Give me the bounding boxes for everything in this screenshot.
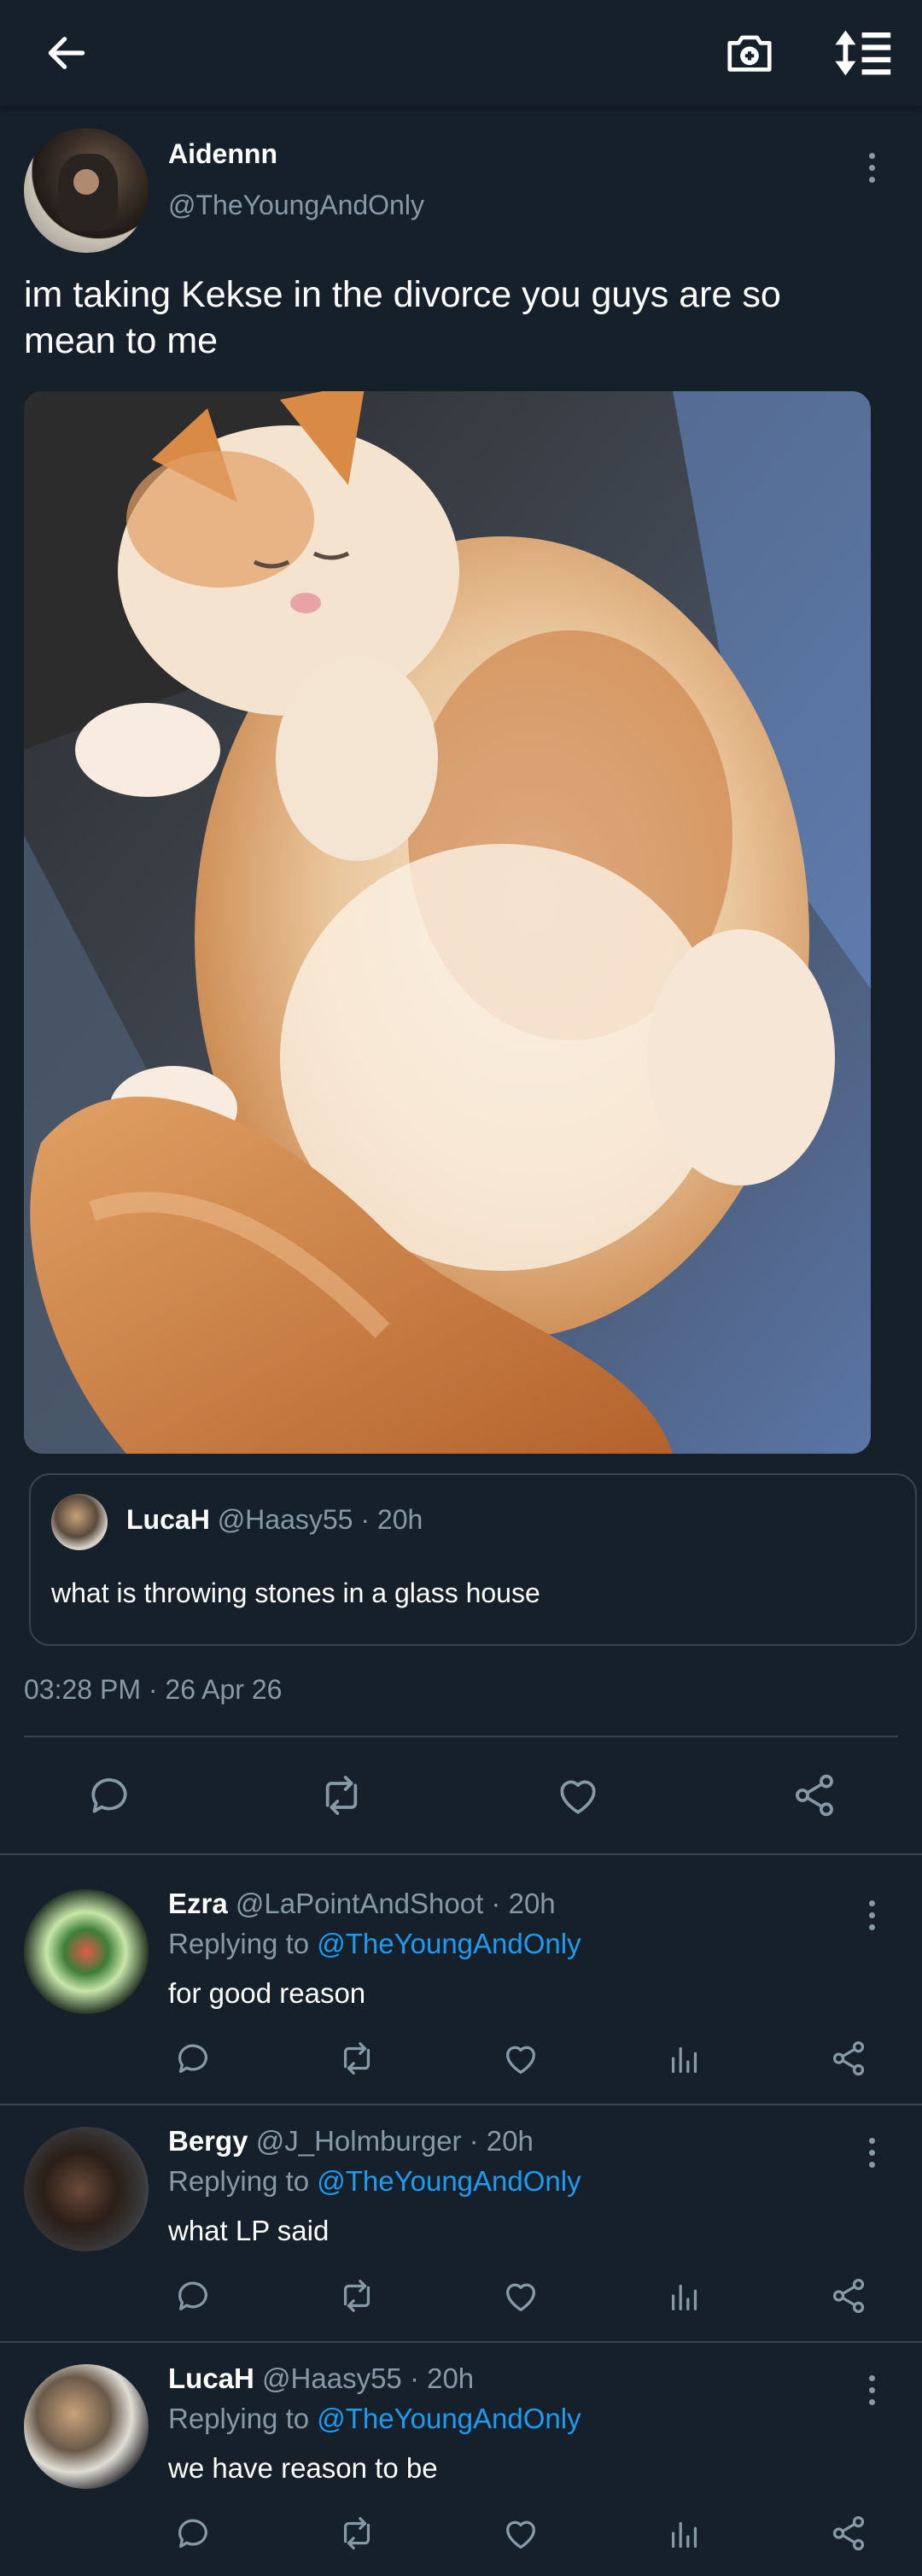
share-icon bbox=[796, 1774, 833, 1817]
reply-button[interactable] bbox=[169, 2509, 217, 2557]
more-dot-icon bbox=[868, 2137, 875, 2144]
quoted-handle-time: @Haasy55 · 20h bbox=[217, 1504, 423, 1535]
retweet-button[interactable] bbox=[333, 2272, 381, 2320]
arrow-left-icon bbox=[48, 37, 85, 69]
more-dot-icon bbox=[868, 1900, 875, 1906]
reply-item[interactable]: Ezra @LaPointAndShoot · 20h Replying to … bbox=[0, 1855, 922, 2093]
bar-chart-icon bbox=[671, 2284, 697, 2310]
reply-item[interactable]: LucaH @Haasy55 · 20h Replying to @TheYou… bbox=[0, 2330, 922, 2567]
retweet-button[interactable] bbox=[333, 2034, 381, 2082]
quoted-name: LucaH bbox=[126, 1504, 210, 1535]
retweet-icon bbox=[343, 2042, 371, 2075]
reply-name[interactable]: Ezra bbox=[168, 1888, 228, 1919]
share-icon bbox=[832, 2040, 865, 2076]
heart-icon bbox=[506, 2046, 535, 2074]
comment-icon bbox=[91, 1778, 127, 1813]
reply-actions bbox=[160, 2272, 878, 2320]
reply-handle-time: @LaPointAndShoot · 20h bbox=[235, 1888, 556, 1919]
reply-meta: Bergy @J_Holmburger · 20h bbox=[168, 2125, 534, 2157]
sort-list-icon bbox=[835, 30, 891, 76]
tweet-timestamp: 03:28 PM · 26 Apr 26 bbox=[24, 1674, 283, 1705]
share-button[interactable] bbox=[825, 2034, 872, 2082]
replying-to-link[interactable]: @TheYoungAndOnly bbox=[317, 1928, 581, 1959]
reply-avatar[interactable] bbox=[24, 2127, 149, 2251]
heart-icon bbox=[506, 2520, 535, 2549]
reply-avatar[interactable] bbox=[24, 1889, 149, 2014]
retweet-icon bbox=[325, 1776, 358, 1815]
share-button[interactable] bbox=[825, 2509, 872, 2557]
quoted-text: what is throwing stones in a glass house bbox=[51, 1578, 540, 1608]
retweet-button[interactable] bbox=[333, 2509, 381, 2557]
like-button[interactable] bbox=[497, 2509, 545, 2557]
top-bar bbox=[0, 0, 922, 106]
quoted-tweet[interactable]: LucaH @Haasy55 · 20h what is throwing st… bbox=[29, 1473, 917, 1646]
replying-to-link[interactable]: @TheYoungAndOnly bbox=[317, 2165, 581, 2197]
more-dot-icon bbox=[868, 152, 875, 159]
reply-more-button[interactable] bbox=[855, 2364, 889, 2415]
comment-icon bbox=[178, 2044, 207, 2073]
replying-to: Replying to @TheYoungAndOnly bbox=[168, 2165, 581, 2197]
camera-plus-icon bbox=[727, 35, 772, 72]
bar-chart-icon bbox=[671, 2521, 697, 2548]
heart-icon bbox=[506, 2283, 535, 2311]
tweet-actions bbox=[0, 1768, 922, 1823]
reply-name[interactable]: LucaH bbox=[168, 2362, 254, 2394]
reply-button[interactable] bbox=[169, 2272, 217, 2320]
like-button[interactable] bbox=[551, 1768, 605, 1823]
reply-text: we have reason to be bbox=[168, 2452, 438, 2484]
reply-text: for good reason bbox=[168, 1977, 366, 2009]
reply-meta: Ezra @LaPointAndShoot · 20h bbox=[168, 1888, 556, 1920]
like-button[interactable] bbox=[497, 2272, 545, 2320]
reply-handle-time: @J_Holmburger · 20h bbox=[255, 2125, 534, 2157]
reply-text: what LP said bbox=[168, 2215, 330, 2246]
heart-icon bbox=[560, 1780, 596, 1814]
reply-actions bbox=[160, 2034, 878, 2082]
author-handle[interactable]: @TheYoungAndOnly bbox=[168, 190, 424, 221]
reply-name[interactable]: Bergy bbox=[168, 2125, 248, 2157]
stats-button[interactable] bbox=[661, 2509, 709, 2557]
retweet-button[interactable] bbox=[314, 1768, 369, 1823]
back-button[interactable] bbox=[29, 15, 104, 91]
reply-button[interactable] bbox=[169, 2034, 217, 2082]
replying-to: Replying to @TheYoungAndOnly bbox=[168, 2403, 581, 2434]
retweet-icon bbox=[343, 2517, 371, 2550]
quoted-avatar bbox=[51, 1494, 108, 1550]
replying-to: Replying to @TheYoungAndOnly bbox=[168, 1928, 581, 1959]
reply-handle-time: @Haasy55 · 20h bbox=[262, 2362, 475, 2394]
tweet-photo[interactable] bbox=[24, 391, 871, 1454]
share-button[interactable] bbox=[787, 1768, 842, 1823]
reply-item[interactable]: Bergy @J_Holmburger · 20h Replying to @T… bbox=[0, 2093, 922, 2330]
retweet-icon bbox=[343, 2280, 371, 2312]
camera-button[interactable] bbox=[712, 15, 787, 91]
comment-icon bbox=[178, 2519, 207, 2548]
reply-meta: LucaH @Haasy55 · 20h bbox=[168, 2362, 474, 2395]
tweet-text: im taking Kekse in the divorce you guys … bbox=[24, 274, 781, 361]
reply-more-button[interactable] bbox=[855, 1889, 889, 1941]
reply-more-button[interactable] bbox=[855, 2127, 889, 2178]
replying-to-link[interactable]: @TheYoungAndOnly bbox=[317, 2403, 581, 2434]
like-button[interactable] bbox=[497, 2034, 545, 2082]
stats-button[interactable] bbox=[661, 2034, 709, 2082]
reply-avatar[interactable] bbox=[24, 2364, 149, 2489]
cat-photo-image bbox=[24, 391, 871, 1454]
share-button[interactable] bbox=[825, 2272, 872, 2320]
stats-button[interactable] bbox=[661, 2272, 709, 2320]
tweet-more-button[interactable] bbox=[855, 142, 889, 193]
bar-chart-icon bbox=[671, 2046, 697, 2073]
sort-button[interactable] bbox=[826, 15, 902, 91]
share-icon bbox=[832, 2278, 865, 2314]
reply-button[interactable] bbox=[82, 1768, 137, 1823]
author-avatar[interactable] bbox=[24, 128, 149, 253]
author-name[interactable]: Aidennn bbox=[168, 138, 277, 170]
more-dot-icon bbox=[868, 2374, 875, 2381]
share-icon bbox=[832, 2515, 865, 2551]
quoted-meta: LucaH @Haasy55 · 20h bbox=[126, 1504, 423, 1536]
reply-actions bbox=[160, 2509, 878, 2557]
comment-icon bbox=[178, 2281, 207, 2310]
divider bbox=[24, 1736, 898, 1737]
